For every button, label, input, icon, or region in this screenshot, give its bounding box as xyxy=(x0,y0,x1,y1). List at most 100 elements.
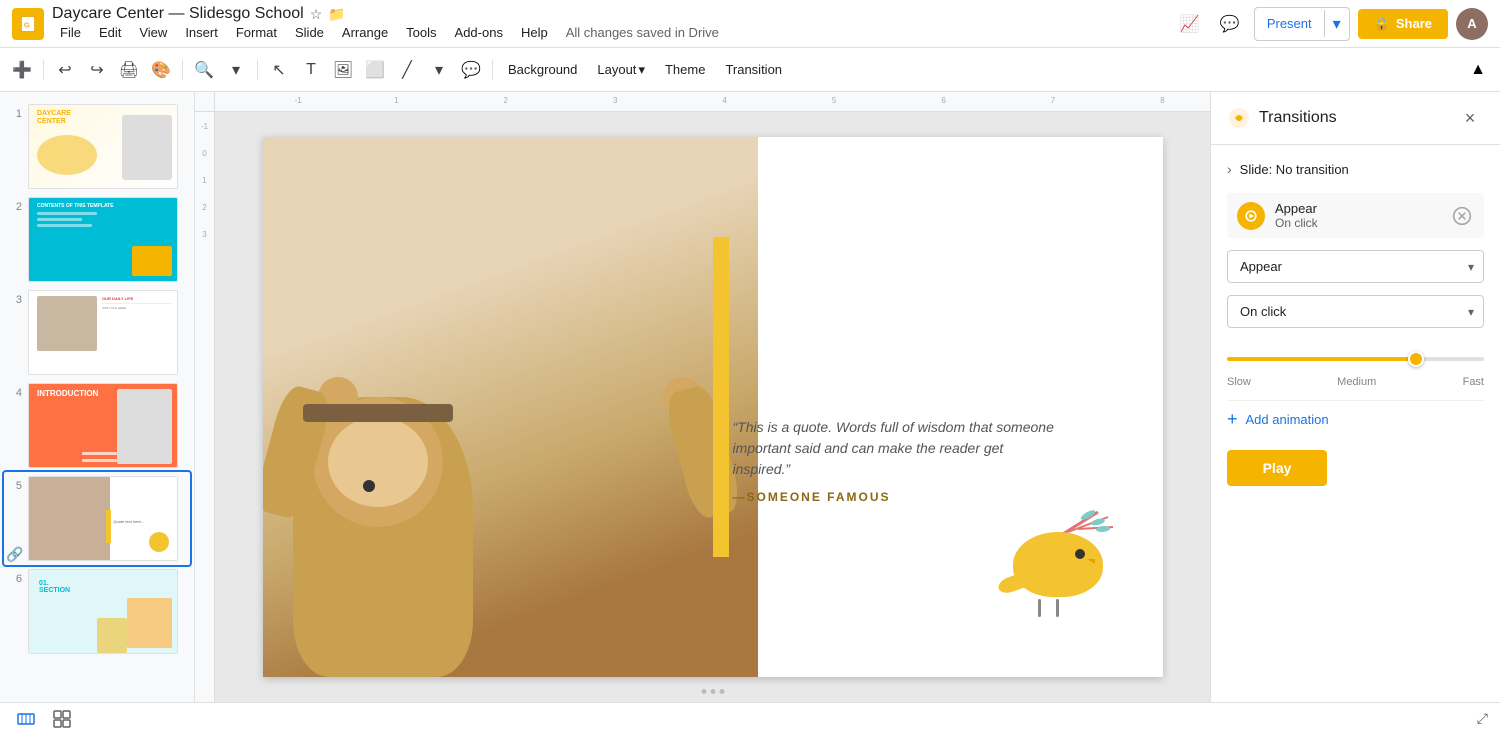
bottom-left xyxy=(12,705,76,733)
main-area: 1 DAYCARECENTER 2 CONTENTS OF THIS TEMPL… xyxy=(0,92,1500,702)
slide-bg-image xyxy=(263,137,758,677)
title-section: Daycare Center — Slidesgo School ☆ 📁 Fil… xyxy=(52,5,1166,42)
theme-btn[interactable]: Theme xyxy=(657,58,713,81)
add-animation-row[interactable]: + Add animation xyxy=(1227,400,1484,438)
slide-main: “This is a quote. Words full of wisdom t… xyxy=(263,137,1163,677)
canvas-area: -1 1 2 3 4 5 6 7 8 -10123 xyxy=(195,92,1210,702)
doc-title: Daycare Center — Slidesgo School ☆ 📁 xyxy=(52,5,1166,23)
layout-btn[interactable]: Layout▾ xyxy=(589,58,653,82)
present-button[interactable]: Present ▾ xyxy=(1254,7,1350,41)
ruler-left: -10123 xyxy=(195,112,215,702)
slide-thumb-5[interactable]: 5 Quote text here... 🔗 xyxy=(4,472,190,565)
panel-body: › Slide: No transition Appear On click xyxy=(1211,145,1500,702)
doc-title-text: Daycare Center — Slidesgo School xyxy=(52,5,304,23)
menu-insert[interactable]: Insert xyxy=(177,23,226,42)
toolbar: ➕ ↩ ↪ 🖨 🎨 🔍 ▾ ↖ T 🖼 ⬜ ╱ ▾ 💬 Background L… xyxy=(0,48,1500,92)
menu-edit[interactable]: Edit xyxy=(91,23,129,42)
play-button[interactable]: Play xyxy=(1227,450,1327,486)
slide-img-3: OUR DAILY LIFE SUB TITLE HERE xyxy=(28,290,178,375)
folder-icon[interactable]: 📁 xyxy=(328,6,345,23)
present-label: Present xyxy=(1267,16,1312,31)
grid-view-btn[interactable] xyxy=(48,705,76,733)
avatar: A xyxy=(1456,8,1488,40)
menu-arrange[interactable]: Arrange xyxy=(334,23,396,42)
share-button[interactable]: 🔒 Share xyxy=(1358,9,1448,39)
line-dropdown[interactable]: ▾ xyxy=(425,56,453,84)
line-btn[interactable]: ╱ xyxy=(393,56,421,84)
slide-num-1: 1 xyxy=(8,108,22,120)
panel-title-row: Transitions xyxy=(1227,106,1337,130)
menu-file[interactable]: File xyxy=(52,23,89,42)
dot-3 xyxy=(719,689,724,694)
monkey-image xyxy=(263,137,758,677)
menu-slide[interactable]: Slide xyxy=(287,23,332,42)
zoom-btn[interactable]: 🔍 xyxy=(190,56,218,84)
menu-format[interactable]: Format xyxy=(228,23,285,42)
transition-btn[interactable]: Transition xyxy=(717,58,790,81)
background-btn[interactable]: Background xyxy=(500,58,585,81)
shape-btn[interactable]: ⬜ xyxy=(361,56,389,84)
menu-help[interactable]: Help xyxy=(513,23,556,42)
menu-tools[interactable]: Tools xyxy=(398,23,444,42)
undo-btn[interactable]: ↩ xyxy=(51,56,79,84)
slide-thumb-4[interactable]: 4 INTRODUCTION xyxy=(4,379,190,472)
slide-nav-dots xyxy=(701,689,724,694)
animation-trigger: On click xyxy=(1275,216,1440,230)
slide-thumb-2[interactable]: 2 CONTENTS OF THIS TEMPLATE xyxy=(4,193,190,286)
animation-name: Appear xyxy=(1275,201,1440,216)
textbox-btn[interactable]: T xyxy=(297,56,325,84)
bottom-bar: ⤢ xyxy=(0,702,1500,734)
appear-select[interactable]: Appear Fade Fly in Zoom xyxy=(1227,250,1484,283)
slide-thumb-3[interactable]: 3 OUR DAILY LIFE SUB TITLE HERE xyxy=(4,286,190,379)
present-main-btn[interactable]: Present xyxy=(1255,10,1325,37)
sep3 xyxy=(257,60,258,80)
menu-view[interactable]: View xyxy=(131,23,175,42)
activity-icon[interactable]: 📈 xyxy=(1174,8,1206,40)
speed-section: Slow Medium Fast xyxy=(1227,340,1484,388)
quote-text: “This is a quote. Words full of wisdom t… xyxy=(733,417,1063,480)
ruler-top: -1 1 2 3 4 5 6 7 8 xyxy=(215,92,1210,112)
print-btn[interactable]: 🖨 xyxy=(115,56,143,84)
filmstrip-view-btn[interactable] xyxy=(12,705,40,733)
slide-img-6: 01.SECTION xyxy=(28,569,178,654)
svg-text:G: G xyxy=(24,20,30,29)
menu-addons[interactable]: Add-ons xyxy=(447,23,511,42)
zoom-dropdown[interactable]: ▾ xyxy=(222,56,250,84)
canvas-with-ruler: -10123 xyxy=(195,112,1210,702)
present-dropdown-arrow[interactable]: ▾ xyxy=(1325,8,1349,40)
comment-btn[interactable]: 💬 xyxy=(457,56,485,84)
fast-label: Fast xyxy=(1463,376,1484,388)
top-bar: G Daycare Center — Slidesgo School ☆ 📁 F… xyxy=(0,0,1500,48)
ruler-corner xyxy=(195,92,215,112)
redo-btn[interactable]: ↪ xyxy=(83,56,111,84)
collapse-toolbar-btn[interactable]: ▲ xyxy=(1464,56,1492,84)
slide-canvas[interactable]: “This is a quote. Words full of wisdom t… xyxy=(215,112,1210,702)
on-click-select-wrapper: On click After previous With previous xyxy=(1227,295,1484,328)
share-label: Share xyxy=(1396,16,1432,31)
on-click-select[interactable]: On click After previous With previous xyxy=(1227,295,1484,328)
remove-animation-btn[interactable] xyxy=(1450,204,1474,228)
expand-btn[interactable]: ⤢ xyxy=(1477,710,1488,727)
image-btn[interactable]: 🖼 xyxy=(329,56,357,84)
slide-thumb-1[interactable]: 1 DAYCARECENTER xyxy=(4,100,190,193)
menu-bar: File Edit View Insert Format Slide Arran… xyxy=(52,23,1166,42)
star-icon[interactable]: ☆ xyxy=(310,6,323,23)
menu-saved: All changes saved in Drive xyxy=(558,23,727,42)
animation-icon xyxy=(1237,202,1265,230)
slide-num-3: 3 xyxy=(8,294,22,306)
paint-format-btn[interactable]: 🎨 xyxy=(147,56,175,84)
close-panel-btn[interactable]: × xyxy=(1456,104,1484,132)
slide-transition-label: Slide: No transition xyxy=(1240,162,1349,177)
slide-img-5: Quote text here... xyxy=(28,476,178,561)
slide-thumb-6[interactable]: 6 01.SECTION xyxy=(4,565,190,658)
transitions-icon xyxy=(1227,106,1251,130)
slide-transition-row[interactable]: › Slide: No transition xyxy=(1227,157,1484,181)
on-click-dropdown-section: On click After previous With previous xyxy=(1227,295,1484,328)
add-btn[interactable]: ➕ xyxy=(8,56,36,84)
speed-slider[interactable] xyxy=(1227,357,1484,361)
cursor-btn[interactable]: ↖ xyxy=(265,56,293,84)
panel-title-text: Transitions xyxy=(1259,109,1337,127)
sep1 xyxy=(43,60,44,80)
chat-icon[interactable]: 💬 xyxy=(1214,8,1246,40)
animation-labels: Appear On click xyxy=(1275,201,1440,230)
